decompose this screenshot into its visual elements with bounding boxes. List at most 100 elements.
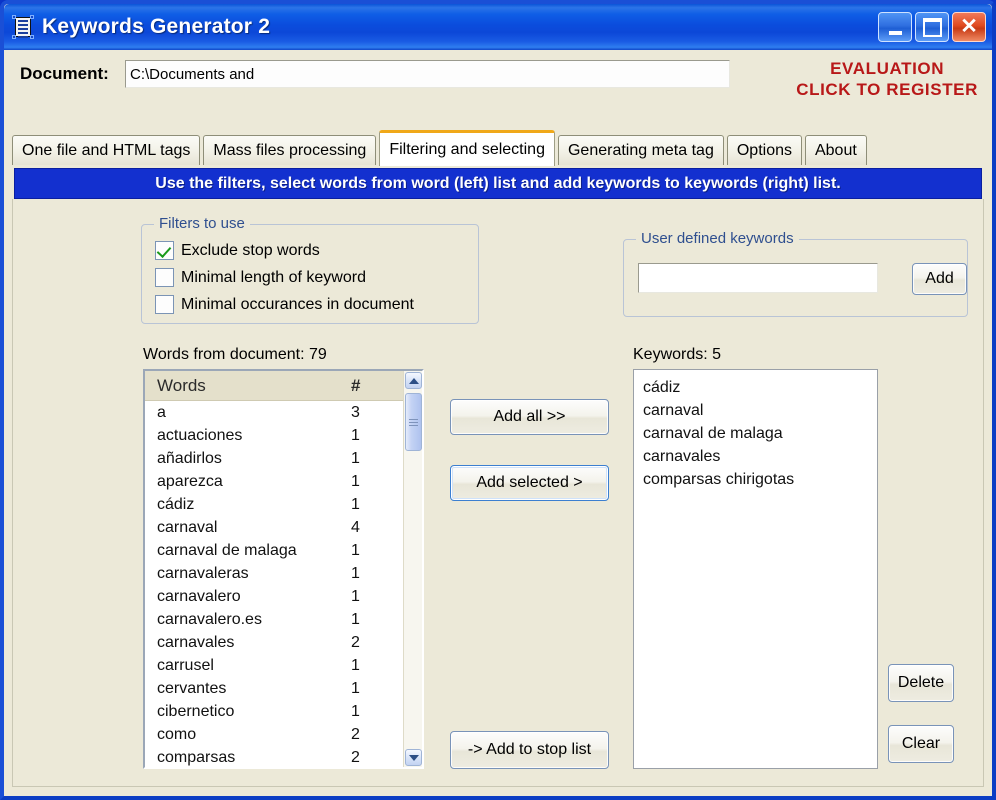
word-count-cell: 1 — [351, 449, 360, 467]
filters-group: Filters to use Exclude stop words Minima… — [141, 215, 479, 324]
words-list-row[interactable]: cádiz 1 — [145, 493, 403, 516]
word-count-cell: 1 — [351, 472, 360, 490]
word-cell: como — [157, 725, 197, 743]
words-list-row[interactable]: comparsas 2 — [145, 746, 403, 767]
delete-keyword-button[interactable]: Delete — [888, 664, 954, 702]
words-list-row[interactable]: carnavalero 1 — [145, 585, 403, 608]
word-count-cell: 1 — [351, 679, 360, 697]
caption-buttons: ✕ — [878, 12, 986, 42]
words-list-rows: a 3 actuaciones 1 añadirlos 1 aparezca 1 cádiz 1 c… — [145, 401, 403, 767]
word-cell: cervantes — [157, 679, 227, 697]
words-list-inner: Words # a 3 actuaciones 1 añadirlos 1 aparezca… — [145, 371, 403, 767]
scrollbar-thumb[interactable] — [405, 393, 422, 451]
document-path-input[interactable] — [125, 60, 730, 88]
clear-keywords-button[interactable]: Clear — [888, 725, 954, 763]
word-count-cell: 1 — [351, 495, 360, 513]
chevron-up-icon — [408, 377, 419, 384]
words-list-row[interactable]: actuaciones 1 — [145, 424, 403, 447]
user-defined-keywords-legend: User defined keywords — [636, 230, 799, 247]
words-list-row[interactable]: aparezca 1 — [145, 470, 403, 493]
keyword-list-item[interactable]: carnaval — [634, 399, 877, 422]
words-list-scrollbar[interactable] — [403, 371, 422, 767]
words-list-row[interactable]: carrusel 1 — [145, 654, 403, 677]
checkbox-label-exclude-stop-words: Exclude stop words — [181, 241, 320, 259]
words-list-row[interactable]: como 2 — [145, 723, 403, 746]
add-all-button[interactable]: Add all >> — [450, 399, 609, 435]
checkbox-icon-checked[interactable] — [155, 241, 174, 260]
evaluation-line-2: CLICK TO REGISTER — [796, 80, 978, 99]
checkbox-minimal-length-of-keyword[interactable]: Minimal length of keyword — [155, 268, 366, 287]
keyword-list-item[interactable]: carnavales — [634, 445, 877, 468]
window-title: Keywords Generator 2 — [42, 15, 271, 38]
document-bar: Document: EVALUATION CLICK TO REGISTER — [4, 50, 992, 112]
tab-about[interactable]: About — [804, 135, 867, 165]
keyword-list-item[interactable]: comparsas chirigotas — [634, 468, 877, 491]
checkbox-icon-unchecked[interactable] — [155, 268, 174, 287]
word-cell: añadirlos — [157, 449, 222, 467]
checkbox-label-minimal-occurances: Minimal occurances in document — [181, 295, 414, 313]
keyword-list-item[interactable]: carnaval de malaga — [634, 422, 877, 445]
user-defined-keyword-input[interactable] — [638, 263, 878, 293]
word-count-cell: 1 — [351, 610, 360, 628]
word-cell: comparsas — [157, 748, 236, 766]
add-to-stop-list-button[interactable]: -> Add to stop list — [450, 731, 609, 769]
words-from-document-label: Words from document: 79 — [143, 346, 327, 363]
word-count-cell: 2 — [351, 633, 360, 651]
word-cell: carnaval — [157, 518, 218, 536]
words-list-row[interactable]: carnavales 2 — [145, 631, 403, 654]
tab-mass-files-processing[interactable]: Mass files processing — [203, 135, 377, 165]
word-cell: carnavales — [157, 633, 235, 651]
checkbox-icon-unchecked[interactable] — [155, 295, 174, 314]
word-count-cell: 1 — [351, 426, 360, 444]
checkbox-exclude-stop-words[interactable]: Exclude stop words — [155, 241, 320, 260]
tab-options[interactable]: Options — [726, 135, 802, 165]
word-count-cell: 1 — [351, 702, 360, 720]
document-list-icon — [12, 15, 34, 39]
chevron-down-icon — [408, 754, 419, 761]
keyword-list-item[interactable]: cádiz — [634, 376, 877, 399]
tab-generating-meta-tag[interactable]: Generating meta tag — [557, 135, 724, 165]
words-list-header: Words # — [145, 371, 403, 401]
tab-one-file-and-html-tags[interactable]: One file and HTML tags — [12, 135, 201, 165]
word-count-cell: 1 — [351, 564, 360, 582]
instruction-text: Use the filters, select words from word … — [155, 174, 841, 192]
word-cell: carnavaleras — [157, 564, 249, 582]
words-list[interactable]: Words # a 3 actuaciones 1 añadirlos 1 aparezca… — [143, 369, 424, 769]
tab-strip: One file and HTML tags Mass files proces… — [12, 130, 984, 166]
evaluation-register-link[interactable]: EVALUATION CLICK TO REGISTER — [796, 58, 978, 100]
keywords-count-label: Keywords: 5 — [633, 346, 722, 363]
user-defined-keywords-group: User defined keywords Add — [623, 230, 968, 317]
title-bar: Keywords Generator 2 ✕ — [4, 4, 992, 50]
words-list-row[interactable]: cervantes 1 — [145, 677, 403, 700]
word-count-cell: 1 — [351, 656, 360, 674]
words-list-row[interactable]: carnavaleras 1 — [145, 562, 403, 585]
words-list-row[interactable]: carnaval 4 — [145, 516, 403, 539]
words-list-row[interactable]: carnavalero.es 1 — [145, 608, 403, 631]
words-list-row[interactable]: cibernetico 1 — [145, 700, 403, 723]
keywords-list[interactable]: cádiz carnaval carnaval de malaga carnavale… — [633, 369, 878, 769]
close-button[interactable]: ✕ — [952, 12, 986, 42]
words-list-row[interactable]: a3 — [145, 401, 403, 424]
add-selected-button[interactable]: Add selected > — [450, 465, 609, 501]
add-keyword-button[interactable]: Add — [912, 263, 967, 295]
close-icon: ✕ — [960, 14, 978, 38]
word-cell: a — [157, 403, 166, 421]
checkbox-minimal-occurances-in-document[interactable]: Minimal occurances in document — [155, 295, 414, 314]
column-header-count: # — [351, 375, 361, 395]
words-list-row[interactable]: añadirlos 1 — [145, 447, 403, 470]
application-window: Keywords Generator 2 ✕ Document: EVALUAT… — [0, 0, 996, 800]
word-count-cell: 1 — [351, 587, 360, 605]
words-list-row[interactable]: carnaval de malaga 1 — [145, 539, 403, 562]
column-header-words: Words — [157, 375, 206, 395]
scroll-down-button[interactable] — [405, 749, 422, 766]
minimize-button[interactable] — [878, 12, 912, 42]
tab-filtering-and-selecting[interactable]: Filtering and selecting — [379, 130, 555, 166]
word-cell: actuaciones — [157, 426, 243, 444]
word-count-cell: 3 — [351, 403, 360, 421]
scroll-up-button[interactable] — [405, 372, 422, 389]
checkbox-label-minimal-length: Minimal length of keyword — [181, 268, 366, 286]
word-cell: cibernetico — [157, 702, 235, 720]
evaluation-line-1: EVALUATION — [830, 59, 945, 78]
word-cell: carnavalero — [157, 587, 241, 605]
maximize-button[interactable] — [915, 12, 949, 42]
